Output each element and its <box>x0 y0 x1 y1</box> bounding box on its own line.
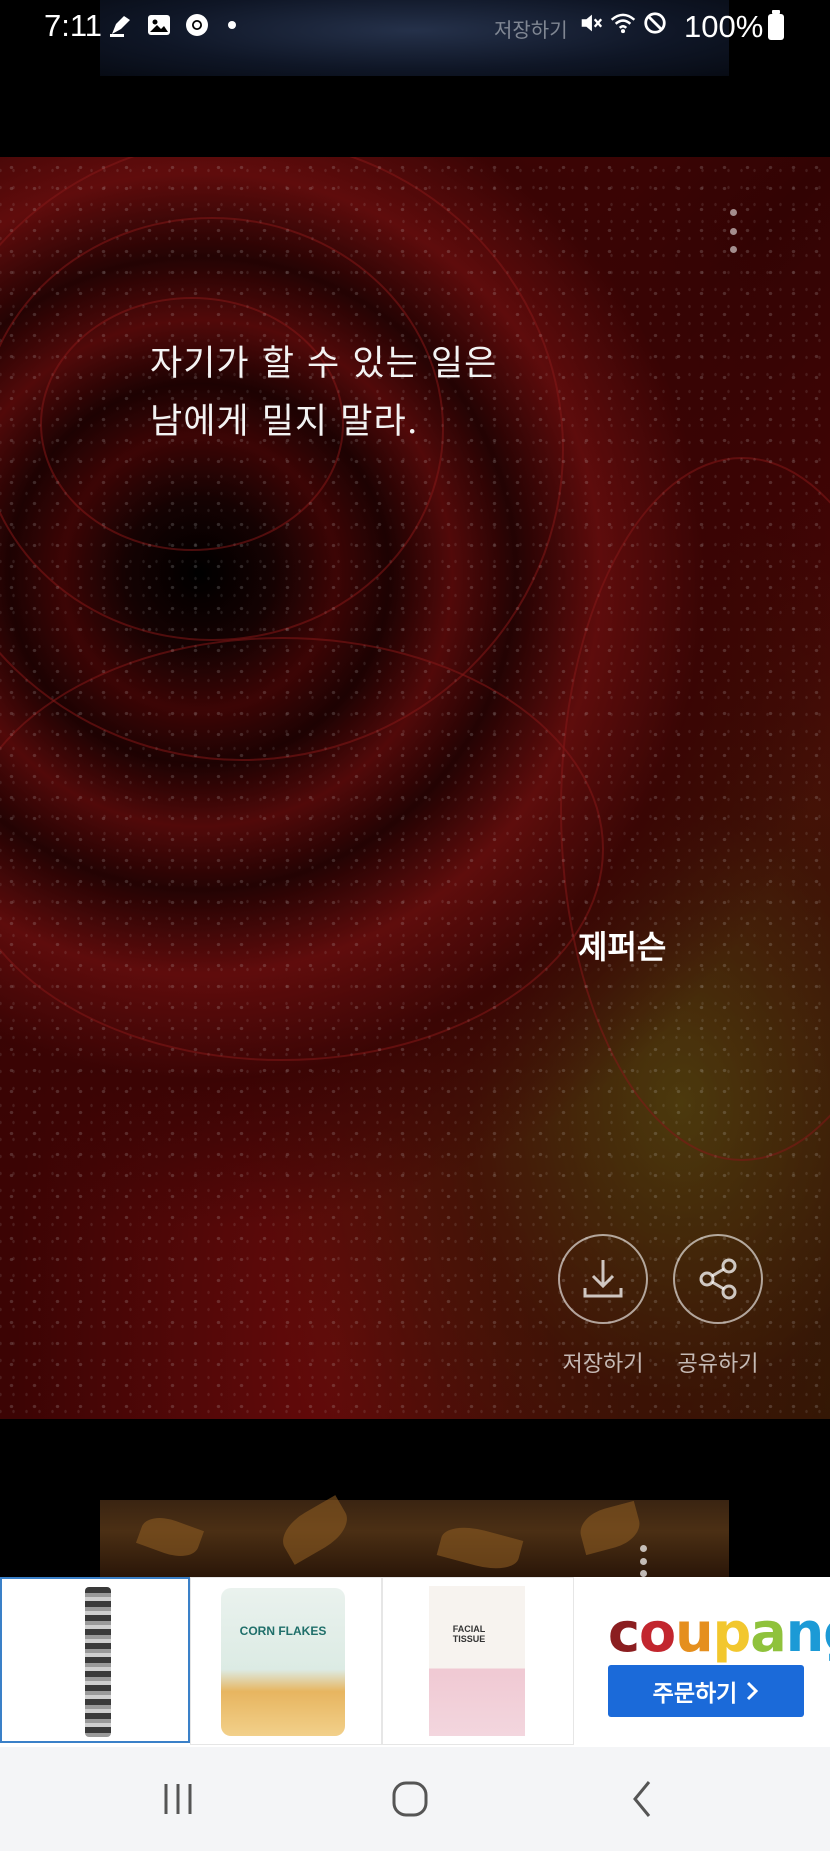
coupang-logo-letter: c <box>608 1601 640 1664</box>
facial-tissue-label: FACIAL TISSUE <box>452 1624 486 1644</box>
wifi-icon <box>610 10 636 36</box>
order-button[interactable]: 주문하기 <box>608 1665 804 1717</box>
ad-product-1[interactable] <box>0 1577 190 1743</box>
order-label: 주문하기 <box>652 1681 738 1707</box>
coupang-logo-letter: u <box>675 1601 713 1664</box>
save-label: 저장하기 <box>562 1352 644 1377</box>
system-navigation-bar <box>0 1747 830 1851</box>
chrome-icon <box>184 12 210 38</box>
status-time: 7:11 <box>44 8 103 43</box>
download-icon <box>583 1260 623 1298</box>
leaf-shape <box>135 1510 205 1564</box>
next-more-options-icon[interactable] <box>638 1545 648 1577</box>
ad-product-2[interactable]: CORN FLAKES <box>190 1577 382 1745</box>
coupang-logo-letter: g <box>823 1601 830 1664</box>
quote-text: 자기가 할 수 있는 일은 남에게 밀지 말라. <box>150 344 498 442</box>
back-button[interactable] <box>612 1777 672 1821</box>
battery-icon <box>768 10 784 40</box>
ad-product-3[interactable]: FACIAL TISSUE <box>382 1577 574 1745</box>
home-icon <box>392 1781 428 1817</box>
leaf-shape <box>436 1520 524 1576</box>
mute-icon <box>578 10 604 36</box>
facial-tissue-image: FACIAL TISSUE <box>429 1586 525 1736</box>
home-button[interactable] <box>380 1777 440 1821</box>
recent-apps-button[interactable] <box>148 1777 208 1821</box>
gallery-icon <box>146 12 172 38</box>
notification-icons <box>108 12 236 38</box>
coupang-logo: coupang <box>608 1601 830 1664</box>
recent-apps-icon <box>164 1784 192 1814</box>
battery-percent: 100% <box>684 9 764 44</box>
save-button[interactable]: 저장하기 <box>558 1234 648 1378</box>
share-icon <box>699 1258 737 1300</box>
leaf-shape <box>575 1500 645 1556</box>
more-options-icon[interactable] <box>726 209 740 253</box>
quote-author: 제퍼슨 <box>578 928 667 966</box>
chevron-right-icon <box>747 1681 759 1701</box>
do-not-disturb-icon <box>642 10 668 36</box>
corn-flakes-label: CORN FLAKES <box>239 1624 327 1638</box>
back-icon <box>633 1781 651 1817</box>
pen-notification-icon <box>108 12 134 38</box>
status-bar: 7:11 저장하기 100% <box>0 0 830 58</box>
coupang-logo-letter: o <box>639 1601 676 1664</box>
coupang-logo-letter: n <box>785 1601 824 1664</box>
quote-card[interactable]: 자기가 할 수 있는 일은 남에게 밀지 말라. 제퍼슨 저장하기 공유하기 <box>0 157 830 1419</box>
coupang-logo-letter: p <box>712 1601 752 1664</box>
ad-banner[interactable]: CORN FLAKES FACIAL TISSUE coupang 주문하기 <box>0 1577 830 1747</box>
share-button[interactable]: 공유하기 <box>673 1234 763 1378</box>
share-label: 공유하기 <box>677 1352 759 1377</box>
product-roll-image <box>85 1587 111 1737</box>
coupang-logo-letter: a <box>750 1601 786 1664</box>
overlay-ghost-text: 저장하기 <box>494 20 568 42</box>
coupang-ad[interactable]: coupang 주문하기 <box>574 1577 830 1747</box>
next-card-strip[interactable] <box>100 1495 729 1577</box>
corn-flakes-image: CORN FLAKES <box>221 1588 345 1736</box>
dot-icon <box>228 21 236 29</box>
leaf-shape <box>274 1495 356 1565</box>
system-icons <box>578 10 668 36</box>
